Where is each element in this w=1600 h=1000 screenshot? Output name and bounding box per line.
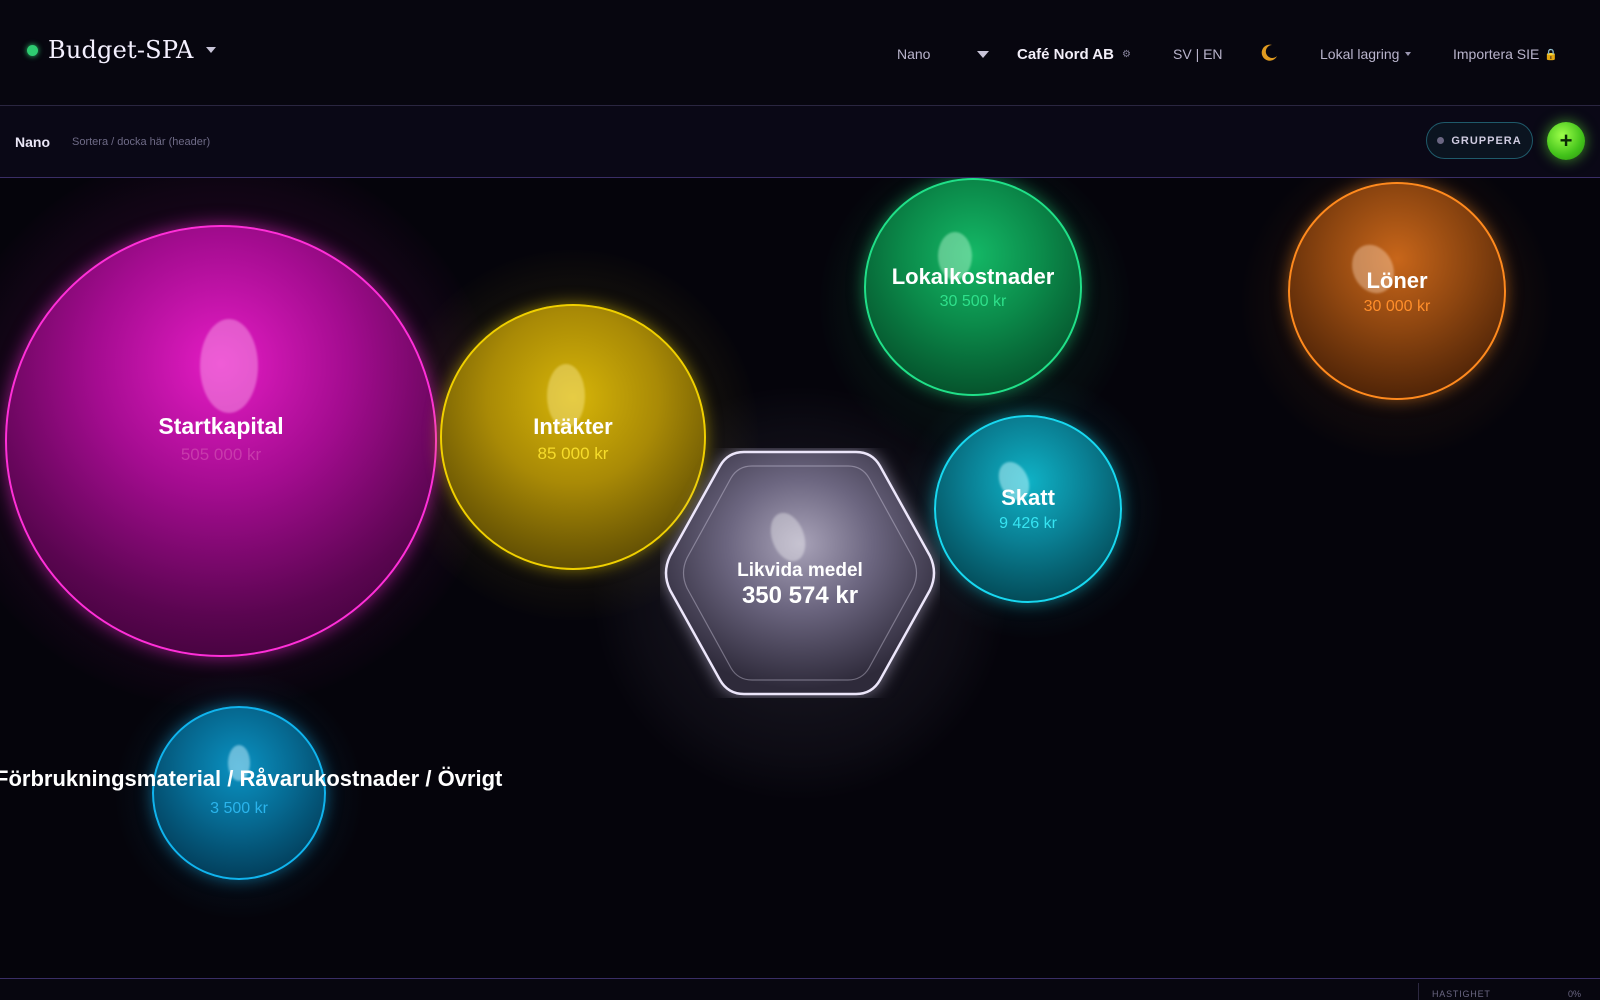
bubble-value: 3 500 kr — [210, 800, 268, 817]
app-title: Budget-SPA — [48, 36, 194, 64]
bubble-loner[interactable]: Löner 30 000 kr — [1288, 182, 1506, 400]
bubble-name: Intäkter — [533, 414, 613, 439]
bubble-startkapital[interactable]: Startkapital 505 000 kr — [5, 225, 437, 657]
dock-hint: Sortera / docka här (header) — [72, 136, 211, 148]
dock-toolbar: Nano Sortera / docka här (header) — [0, 106, 1600, 178]
language-toggle[interactable]: SV | EN — [1173, 46, 1223, 62]
bubble-value: 30 500 kr — [939, 293, 1007, 310]
bubble-name: Löner — [1366, 268, 1428, 293]
top-header: Budget-SPA Nano Café Nord AB ⚙ SV | EN L… — [0, 0, 1600, 106]
bubble-value: 350 574 kr — [741, 582, 859, 609]
bubble-likvida-medel[interactable]: Likvida medel 350 574 kr — [660, 448, 940, 698]
footer-divider — [1418, 983, 1419, 1000]
bubble-value: 505 000 kr — [180, 445, 262, 464]
bubble-canvas[interactable]: Startkapital 505 000 kr Intäkter 85 000 … — [0, 178, 1600, 978]
bubble-value: 9 426 kr — [999, 515, 1057, 532]
company-selector[interactable]: Café Nord AB ⚙ — [1017, 46, 1131, 63]
bubble-name: Skatt — [1001, 485, 1055, 510]
add-bubble-button[interactable]: + — [1547, 122, 1585, 160]
bubble-name: Likvida medel — [737, 560, 863, 581]
chevron-down-icon — [1405, 52, 1412, 56]
status-footer: HASTIGHET 0% — [0, 978, 1600, 1000]
speed-value[interactable]: 0% — [1568, 989, 1581, 999]
storage-menu[interactable]: Lokal lagring — [1320, 46, 1412, 62]
current-level: Nano — [15, 134, 50, 150]
bubble-lokalkostnader[interactable]: Lokalkostnader 30 500 kr — [864, 178, 1082, 396]
app-brand[interactable]: Budget-SPA — [27, 36, 216, 64]
status-dot-icon — [27, 44, 38, 56]
group-dot-icon — [1437, 137, 1445, 144]
group-label: GRUPPERA — [1451, 134, 1522, 147]
chevron-down-icon[interactable] — [205, 47, 216, 53]
bubble-value: 30 000 kr — [1363, 298, 1431, 315]
bubble-name-forbrukning: Förbrukningsmaterial / Råvarukostnader /… — [0, 766, 503, 791]
bubble-shine — [200, 319, 258, 413]
bubble-name: Startkapital — [158, 413, 284, 439]
company-name: Café Nord AB — [1017, 46, 1114, 63]
bubble-name: Lokalkostnader — [891, 264, 1055, 289]
level-select[interactable]: Nano — [897, 46, 930, 62]
group-button[interactable]: GRUPPERA — [1426, 122, 1533, 159]
lock-icon: 🔒 — [1544, 48, 1559, 61]
gear-icon[interactable]: ⚙ — [1122, 49, 1131, 60]
bubble-forbrukning[interactable]: 3 500 kr — [152, 706, 326, 880]
speed-label: HASTIGHET — [1432, 989, 1491, 999]
import-label: Importera SIE — [1453, 46, 1540, 62]
import-sie-button[interactable]: Importera SIE 🔒 — [1453, 46, 1558, 62]
bubble-skatt[interactable]: Skatt 9 426 kr — [934, 415, 1122, 603]
storage-label: Lokal lagring — [1320, 46, 1400, 62]
moon-icon[interactable] — [1259, 43, 1279, 63]
level-chevron-down-icon[interactable] — [977, 51, 989, 58]
